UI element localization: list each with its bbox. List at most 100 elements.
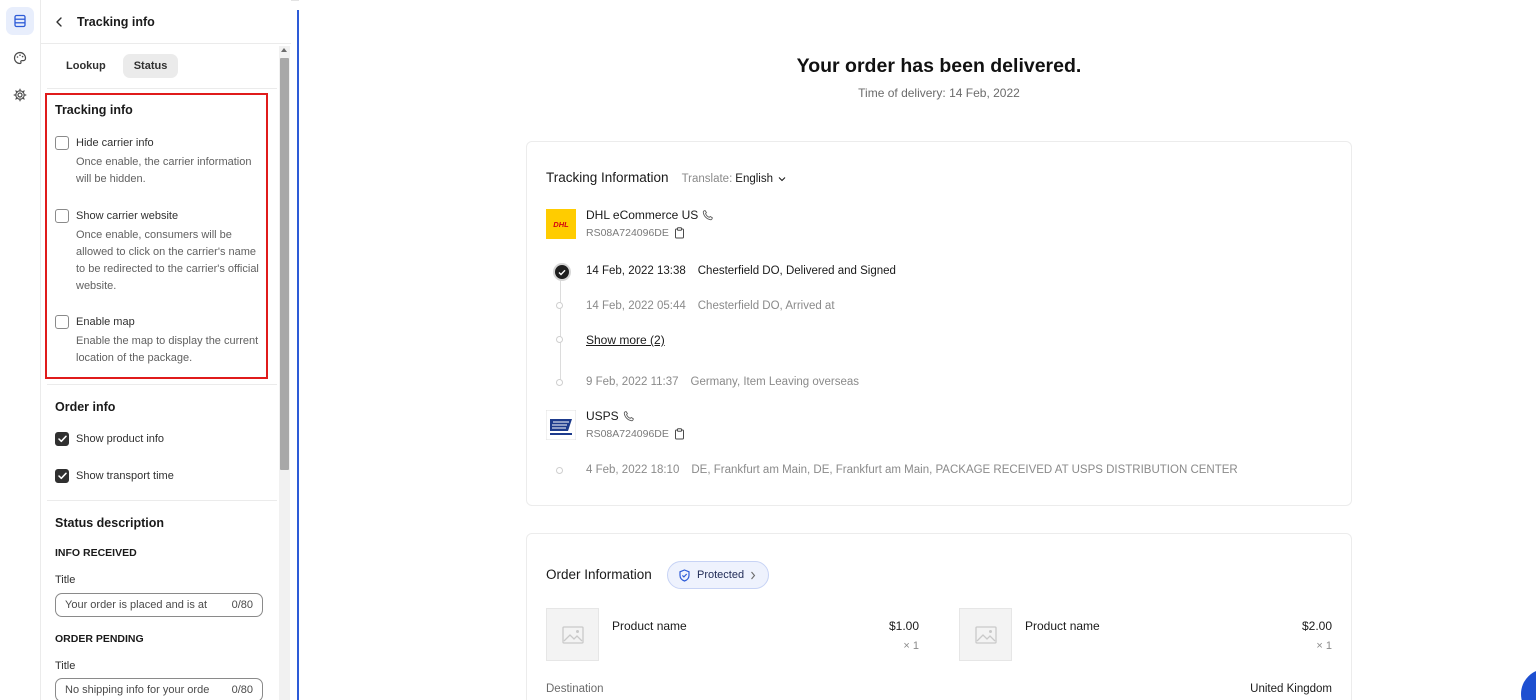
palette-icon	[13, 51, 27, 65]
protected-badge[interactable]: Protected	[667, 561, 770, 589]
status-description-heading: Status description	[55, 516, 165, 530]
dhl-logo: DHL	[546, 209, 576, 239]
destination-value: United Kingdom	[1250, 683, 1332, 695]
back-button[interactable]	[55, 14, 63, 30]
timeline-dot	[556, 379, 563, 386]
language-value: English	[735, 173, 773, 185]
product-quantity: × 1	[1316, 640, 1332, 652]
event-text: Chesterfield DO, Arrived at	[697, 300, 835, 312]
theme-nav-button[interactable]	[6, 44, 34, 72]
tracking-number-text: RS08A724096DE	[586, 227, 669, 239]
carrier-name[interactable]: USPS	[586, 409, 635, 423]
translate-label: Translate:	[681, 173, 733, 185]
order-heading: Order Information	[546, 567, 652, 582]
product-price: $2.00	[1301, 619, 1332, 633]
copy-icon[interactable]	[674, 227, 685, 239]
char-counter: 0/80	[231, 599, 253, 611]
field-label: Title	[55, 660, 76, 672]
dhl-logo-text: DHL	[553, 220, 569, 229]
checkmark-icon	[57, 435, 67, 443]
show-more-link[interactable]: Show more (2)	[586, 333, 665, 347]
destination-label: Destination	[546, 683, 604, 695]
checkmark-icon	[57, 472, 67, 480]
event-text: Germany, Item Leaving overseas	[690, 376, 860, 388]
status-group-heading: ORDER PENDING	[55, 633, 144, 645]
show-product-info-option[interactable]: Show product info	[55, 432, 164, 446]
timeline-dot-current	[553, 263, 571, 281]
product-quantity: × 1	[903, 640, 919, 652]
option-label: Show transport time	[76, 470, 174, 482]
preview-focus-border	[297, 10, 299, 700]
shield-check-icon	[679, 568, 690, 582]
show-transport-time-checkbox[interactable]	[55, 469, 69, 483]
settings-nav-button[interactable]	[6, 81, 34, 109]
product-thumbnail	[546, 608, 599, 661]
product-price: $1.00	[888, 619, 919, 633]
tracking-header: Tracking Information Translate: English	[546, 170, 786, 185]
icon-rail	[0, 0, 41, 700]
panel-header: Tracking info	[41, 0, 291, 44]
tracking-event: 9 Feb, 2022 11:37 Germany, Item Leaving o…	[586, 376, 859, 388]
event-time: 14 Feb, 2022 13:38	[586, 265, 686, 277]
phone-icon	[703, 209, 714, 221]
event-text: DE, Frankfurt am Main, DE, Frankfurt am …	[691, 464, 1238, 476]
panel-title: Tracking info	[77, 14, 155, 29]
check-icon	[558, 269, 566, 276]
status-group-heading: INFO RECEIVED	[55, 547, 137, 559]
tracking-event: 4 Feb, 2022 18:10 DE, Frankfurt am Main, …	[586, 464, 1238, 476]
tab-status[interactable]: Status	[122, 54, 179, 78]
option-label: Show product info	[76, 433, 165, 445]
copy-icon[interactable]	[674, 428, 685, 440]
tracking-event: 14 Feb, 2022 05:44 Chesterfield DO, Arriv…	[586, 300, 835, 312]
event-time: 14 Feb, 2022 05:44	[586, 300, 686, 312]
show-transport-time-option[interactable]: Show transport time	[55, 469, 174, 483]
tracking-number: RS08A724096DE	[586, 428, 685, 440]
gear-icon	[13, 88, 27, 102]
delivery-time: Time of delivery: 14 Feb, 2022	[858, 86, 1020, 100]
badge-label: Protected	[697, 569, 745, 581]
event-time: 4 Feb, 2022 18:10	[586, 464, 680, 476]
input-value: No shipping info for your orde	[65, 684, 210, 696]
timeline-dot	[556, 336, 563, 343]
sections-nav-button[interactable]	[6, 7, 34, 35]
input-value: Your order is placed and is at	[65, 599, 208, 611]
phone-icon	[623, 410, 634, 422]
show-product-info-checkbox[interactable]	[55, 432, 69, 446]
event-text: Chesterfield DO, Delivered and Signed	[697, 265, 896, 277]
tracking-heading: Tracking Information	[546, 170, 669, 185]
event-time: 9 Feb, 2022 11:37	[586, 376, 679, 388]
divider	[47, 88, 277, 89]
highlight-box	[45, 93, 268, 379]
divider	[47, 384, 277, 385]
chevron-down-icon	[778, 177, 786, 182]
image-placeholder-icon	[561, 625, 584, 644]
divider	[47, 500, 277, 501]
tab-lookup[interactable]: Lookup	[55, 54, 117, 78]
timeline-dot	[556, 467, 563, 474]
carrier-name-text: DHL eCommerce US	[586, 208, 699, 222]
timeline-dot	[556, 302, 563, 309]
product-thumbnail	[959, 608, 1012, 661]
tracking-number: RS08A724096DE	[586, 227, 685, 239]
language-select[interactable]: English	[735, 173, 786, 185]
scrollbar-thumb[interactable]	[280, 58, 289, 470]
delivery-headline: Your order has been delivered.	[796, 55, 1082, 77]
char-counter: 0/80	[231, 684, 253, 696]
info-received-title-input[interactable]: Your order is placed and is at 0/80	[55, 593, 263, 617]
usps-logo	[545, 409, 577, 441]
tracking-event: 14 Feb, 2022 13:38 Chesterfield DO, Deliv…	[586, 265, 896, 277]
carrier-name[interactable]: DHL eCommerce US	[586, 208, 714, 222]
carrier-name-text: USPS	[586, 409, 619, 423]
chevron-left-icon	[56, 16, 62, 27]
panel-tabs: Lookup Status	[55, 54, 179, 78]
tracking-number-text: RS08A724096DE	[586, 428, 669, 440]
sections-icon	[14, 14, 26, 28]
image-placeholder-icon	[974, 625, 997, 644]
timeline-line	[560, 277, 561, 383]
scroll-up-arrow-icon[interactable]	[281, 48, 287, 52]
product-name: Product name	[1025, 619, 1100, 633]
order-info-heading: Order info	[55, 400, 116, 414]
order-pending-title-input[interactable]: No shipping info for your orde 0/80	[55, 678, 263, 700]
product-name: Product name	[612, 619, 687, 633]
chevron-right-icon	[751, 571, 756, 579]
